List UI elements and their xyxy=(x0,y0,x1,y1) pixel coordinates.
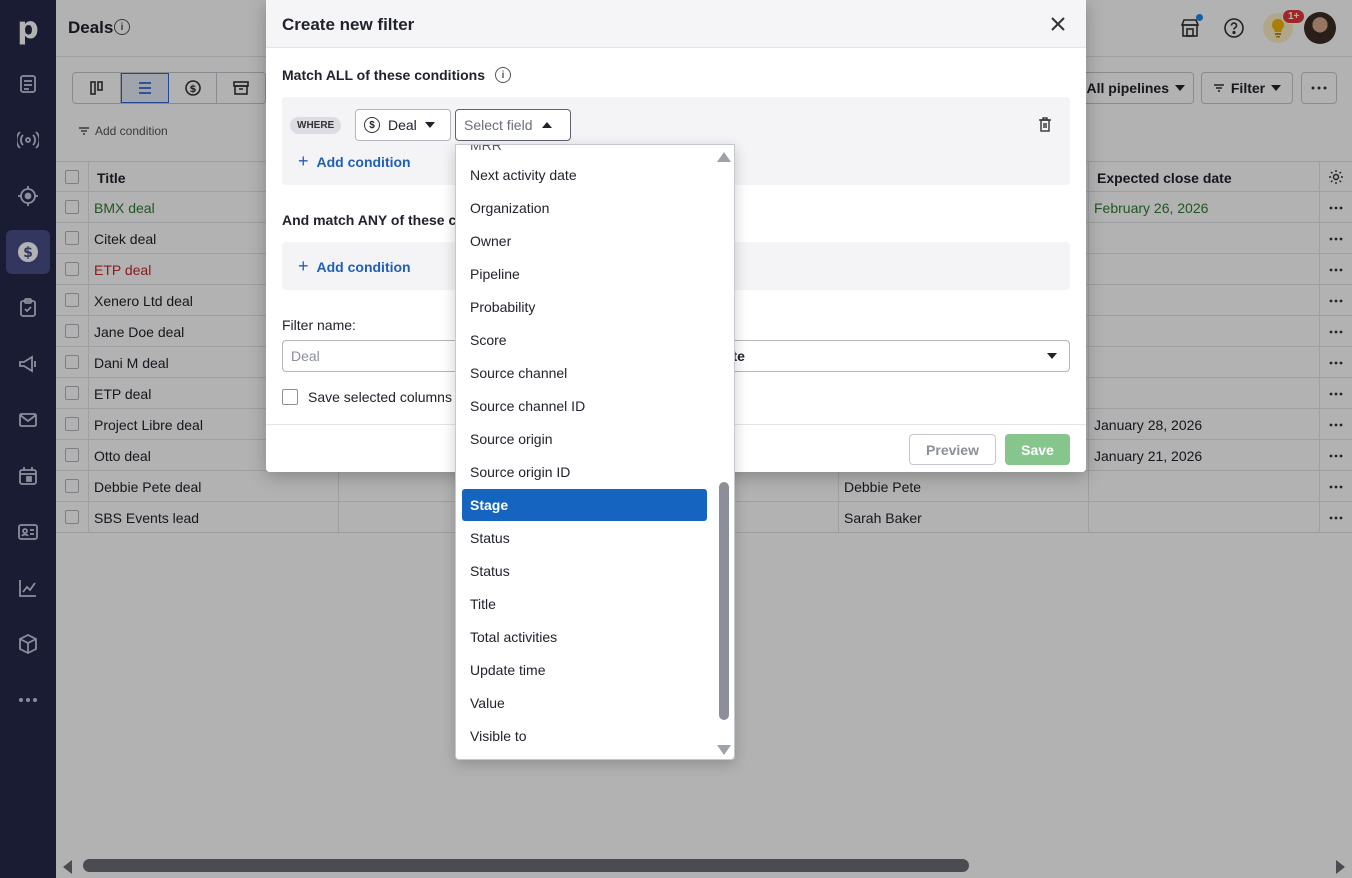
dropdown-item[interactable]: Score xyxy=(462,324,707,356)
dropdown-item[interactable]: Total activities xyxy=(462,621,707,653)
dropdown-item[interactable]: Visible to xyxy=(462,720,707,752)
scroll-left-arrow-icon[interactable] xyxy=(63,860,72,874)
dropdown-item[interactable]: Source channel ID xyxy=(462,390,707,422)
dropdown-item[interactable]: Status xyxy=(462,522,707,554)
add-condition-label: Add condition xyxy=(316,258,411,275)
chevron-up-icon xyxy=(542,122,553,128)
chevron-down-icon xyxy=(1047,353,1057,359)
field-dropdown-list[interactable]: MRR Next activity date Organization Owner P… xyxy=(455,144,735,760)
entity-select-value: Deal xyxy=(388,117,417,133)
info-icon[interactable]: i xyxy=(495,67,511,83)
filter-name-label: Filter name: xyxy=(282,317,356,333)
dropdown-item[interactable]: Stage xyxy=(462,489,707,521)
scroll-right-arrow-icon[interactable] xyxy=(1336,860,1345,874)
where-tag: WHERE xyxy=(290,117,342,134)
dropdown-item[interactable]: Pipeline xyxy=(462,258,707,290)
dropdown-item[interactable]: Source channel xyxy=(462,357,707,389)
match-any-label: And match ANY of these c xyxy=(282,212,457,228)
modal-header: Create new filter xyxy=(266,0,1086,48)
preview-button[interactable]: Preview xyxy=(909,434,996,465)
trash-icon[interactable] xyxy=(1038,117,1052,133)
add-condition-all-button[interactable]: + Add condition xyxy=(298,151,411,172)
save-columns-option[interactable]: Save selected columns xyxy=(282,389,452,405)
add-condition-any-button[interactable]: + Add condition xyxy=(298,256,411,277)
scroll-down-arrow-icon[interactable] xyxy=(717,745,731,755)
add-condition-label: Add condition xyxy=(316,153,411,170)
entity-select[interactable]: $ Deal xyxy=(355,109,451,141)
plus-icon: + xyxy=(298,151,309,171)
dropdown-item[interactable]: Owner xyxy=(462,225,707,257)
plus-icon: + xyxy=(298,256,309,276)
scroll-up-arrow-icon[interactable] xyxy=(717,152,731,162)
save-columns-checkbox[interactable] xyxy=(282,389,298,405)
deal-dollar-icon: $ xyxy=(364,117,380,133)
save-button[interactable]: Save xyxy=(1005,434,1070,465)
dropdown-scrollbar-thumb[interactable] xyxy=(719,482,729,720)
visibility-select[interactable]: ivate xyxy=(704,340,1070,372)
match-all-label: Match ALL of these conditions xyxy=(282,67,486,83)
dropdown-item[interactable]: Value xyxy=(462,687,707,719)
dropdown-item[interactable]: Source origin ID xyxy=(462,456,707,488)
save-columns-label: Save selected columns xyxy=(308,389,452,405)
dropdown-item[interactable]: Organization xyxy=(462,192,707,224)
horizontal-scrollbar-thumb[interactable] xyxy=(83,859,969,872)
dropdown-item[interactable]: Source origin xyxy=(462,423,707,455)
close-icon[interactable] xyxy=(1048,14,1068,34)
field-select[interactable]: Select field xyxy=(455,109,571,141)
field-select-placeholder: Select field xyxy=(464,117,533,133)
dropdown-item[interactable]: Status xyxy=(462,555,707,587)
dropdown-item[interactable]: Next activity date xyxy=(462,159,707,191)
chevron-down-icon xyxy=(424,122,435,128)
modal-title: Create new filter xyxy=(282,15,415,34)
dropdown-item[interactable]: Probability xyxy=(462,291,707,323)
dropdown-item[interactable]: Title xyxy=(462,588,707,620)
dropdown-item[interactable]: Update time xyxy=(462,654,707,686)
